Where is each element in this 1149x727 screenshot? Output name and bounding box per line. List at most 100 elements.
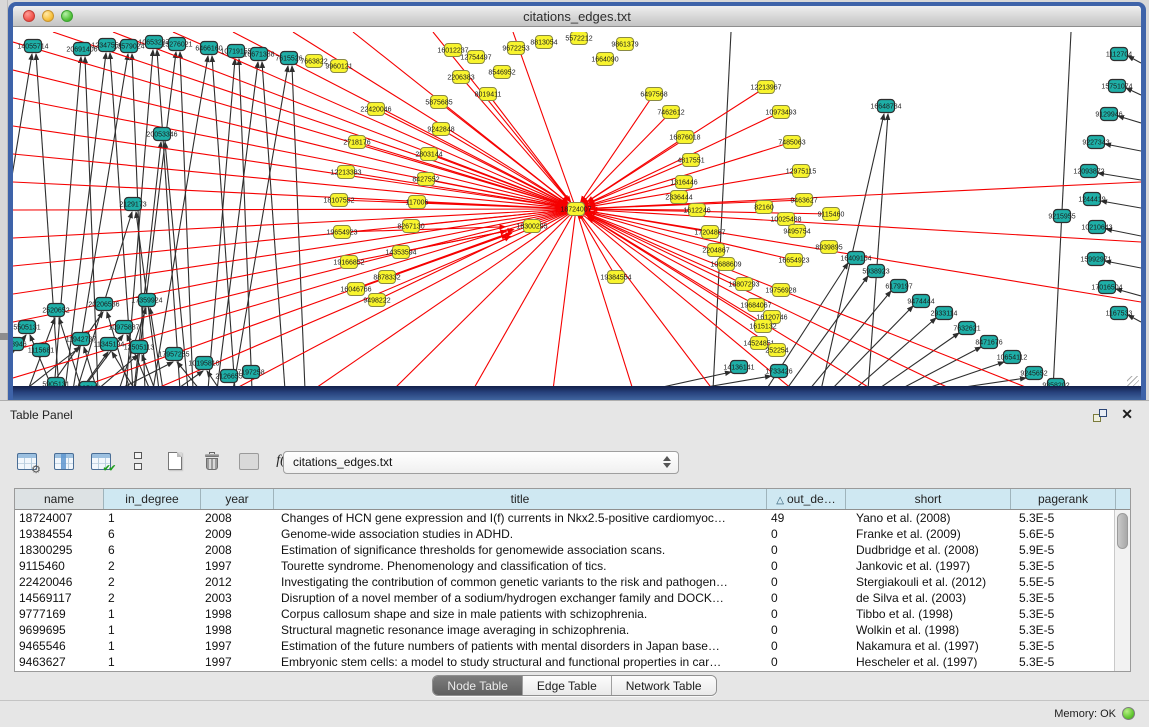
column-header-title[interactable]: title bbox=[274, 489, 767, 509]
table-row[interactable]: 911546021997Tourette syndrome. Phenomeno… bbox=[15, 558, 1114, 574]
graph-node-label: 12093872 bbox=[1073, 169, 1104, 176]
citation-edge-red[interactable] bbox=[553, 209, 576, 390]
table-cell: 22420046 bbox=[15, 574, 104, 590]
citation-edge-red[interactable] bbox=[581, 94, 654, 202]
table-cell: Tibbo et al. (1998) bbox=[846, 606, 1011, 622]
citation-edge-black[interactable] bbox=[262, 62, 285, 390]
table-cell: 2012 bbox=[201, 574, 274, 590]
citation-edge-red[interactable] bbox=[13, 209, 576, 350]
column-header-short[interactable]: short bbox=[846, 489, 1011, 509]
graph-node-label: 8471676 bbox=[975, 340, 1002, 347]
float-panel-icon[interactable] bbox=[1093, 409, 1107, 422]
table-tabs: Node Table Edge Table Network Table bbox=[0, 675, 1149, 696]
memory-ok-indicator[interactable] bbox=[1122, 707, 1135, 720]
graph-node-label: 5572212 bbox=[565, 36, 592, 43]
citation-edge-red[interactable] bbox=[576, 209, 633, 390]
table-cell: 0 bbox=[767, 638, 846, 654]
citation-edge-black[interactable] bbox=[1101, 201, 1141, 208]
citation-edge-black[interactable] bbox=[1105, 144, 1141, 151]
tab-node-table[interactable]: Node Table bbox=[433, 676, 523, 695]
table-row[interactable]: 977716911998Corpus callosum shape and si… bbox=[15, 606, 1114, 622]
graph-node-label: 1316446 bbox=[670, 180, 697, 187]
citation-edge-red[interactable] bbox=[173, 32, 576, 209]
table-row[interactable]: 1830029562008Estimation of significance … bbox=[15, 542, 1114, 558]
table-cell: 2009 bbox=[201, 526, 274, 542]
graph-node-label: 2933114 bbox=[931, 311, 958, 318]
graph-node-label: 10195810 bbox=[188, 361, 219, 368]
table-cell: Changes of HCN gene expression and I(f) … bbox=[274, 510, 767, 526]
graph-node-label: 252254 bbox=[765, 348, 788, 355]
citation-edge-red[interactable] bbox=[582, 112, 671, 203]
graph-node-label: 2718176 bbox=[343, 140, 370, 147]
table-cell: Jankovic et al. (1997) bbox=[846, 558, 1011, 574]
table-row[interactable]: 946554611997Estimation of the future num… bbox=[15, 638, 1114, 654]
graph-node-label: 8813054 bbox=[530, 40, 557, 47]
graph-node-label: 17204867 bbox=[694, 230, 725, 237]
close-panel-icon[interactable]: ✕ bbox=[1121, 406, 1133, 423]
column-header-year[interactable]: year bbox=[201, 489, 274, 509]
graph-node-label: 7197258 bbox=[237, 370, 264, 377]
citation-network-graph[interactable]: 1872400718300295224200462718176122133831… bbox=[13, 32, 1141, 390]
graph-node-label: 16671388 bbox=[243, 52, 274, 59]
graph-node-label: 9129946 bbox=[1095, 112, 1122, 119]
desktop-left-strip bbox=[0, 0, 8, 400]
table-selector-dropdown[interactable]: citations_edges.txt bbox=[283, 451, 679, 474]
graph-node-label: 15992971 bbox=[1080, 257, 1111, 264]
show-columns-icon[interactable] bbox=[51, 448, 77, 474]
graph-node-label: 82160 bbox=[754, 205, 774, 212]
window-titlebar[interactable]: citations_edges.txt bbox=[13, 6, 1141, 27]
citation-edge-black[interactable] bbox=[180, 52, 193, 390]
table-row[interactable]: 1938455462009Genome-wide association stu… bbox=[15, 526, 1114, 542]
table-cell: 2 bbox=[104, 558, 201, 574]
graph-node-label: 9960121 bbox=[325, 64, 352, 71]
column-header-in_degree[interactable]: in_degree bbox=[104, 489, 201, 509]
graph-node-label: 16648784 bbox=[870, 104, 901, 111]
select-all-icon[interactable]: ✔✔ bbox=[88, 448, 114, 474]
tab-edge-table[interactable]: Edge Table bbox=[523, 676, 612, 695]
citation-edge-red[interactable] bbox=[441, 129, 568, 204]
column-header-pagerank[interactable]: pagerank bbox=[1011, 489, 1116, 509]
graph-node-label: 12975115 bbox=[786, 169, 817, 176]
scrollbar-thumb[interactable] bbox=[1117, 513, 1128, 549]
graph-node-label: 12213383 bbox=[330, 170, 361, 177]
table-row[interactable]: 1456911722003Disruption of a novel membe… bbox=[15, 590, 1114, 606]
citation-edge-black[interactable] bbox=[132, 54, 145, 390]
table-cell: 5.3E-5 bbox=[1011, 654, 1114, 670]
graph-node-label: 8019411 bbox=[475, 92, 502, 99]
graph-node-label: 1733426 bbox=[765, 369, 792, 376]
table-cell: 1 bbox=[104, 654, 201, 670]
graph-node-label: 2204867 bbox=[702, 248, 729, 255]
table-cell: 9463627 bbox=[15, 654, 104, 670]
desktop-panel-edge bbox=[0, 333, 8, 340]
graph-node-label: 19684067 bbox=[740, 303, 771, 310]
graph-node-label: 1664090 bbox=[591, 57, 618, 64]
table-cell: Estimation of the future numbers of pati… bbox=[274, 638, 767, 654]
delete-table-icon[interactable] bbox=[199, 448, 225, 474]
new-table-icon[interactable] bbox=[162, 448, 188, 474]
table-row[interactable]: 2242004622012Investigating the contribut… bbox=[15, 574, 1114, 590]
table-cell: 2008 bbox=[201, 510, 274, 526]
table-cell: 9465546 bbox=[15, 638, 104, 654]
rows-icon[interactable] bbox=[125, 448, 151, 474]
graph-node-label: 10975887 bbox=[108, 325, 139, 332]
graph-node-label: 9227343 bbox=[1082, 140, 1109, 147]
table-mode-icon[interactable]: ⚙ bbox=[14, 448, 40, 474]
citation-edge-red[interactable] bbox=[13, 209, 576, 294]
table-cell: 0 bbox=[767, 574, 846, 590]
citation-edge-red[interactable] bbox=[576, 182, 1141, 209]
citation-edge-red[interactable] bbox=[576, 209, 953, 390]
citation-edge-black[interactable] bbox=[157, 50, 180, 390]
table-row[interactable]: 1872400712008Changes of HCN gene express… bbox=[15, 510, 1114, 526]
graph-node-label: 16046766 bbox=[340, 287, 371, 294]
citation-edge-red[interactable] bbox=[13, 209, 576, 210]
column-header-name[interactable]: name bbox=[15, 489, 104, 509]
table-row[interactable]: 969969511998Structural magnetic resonanc… bbox=[15, 622, 1114, 638]
column-header-out_de[interactable]: △out_de… bbox=[767, 489, 846, 509]
table-vertical-scrollbar[interactable] bbox=[1114, 510, 1130, 671]
table-cell: Hescheler et al. (1997) bbox=[846, 654, 1011, 670]
citation-edge-red[interactable] bbox=[13, 154, 576, 209]
network-canvas[interactable]: 1872400718300295224200462718176122133831… bbox=[13, 32, 1141, 390]
table-row[interactable]: 946362711997Embryonic stem cells: a mode… bbox=[15, 654, 1114, 670]
table-cell: 9699695 bbox=[15, 622, 104, 638]
tab-network-table[interactable]: Network Table bbox=[612, 676, 716, 695]
